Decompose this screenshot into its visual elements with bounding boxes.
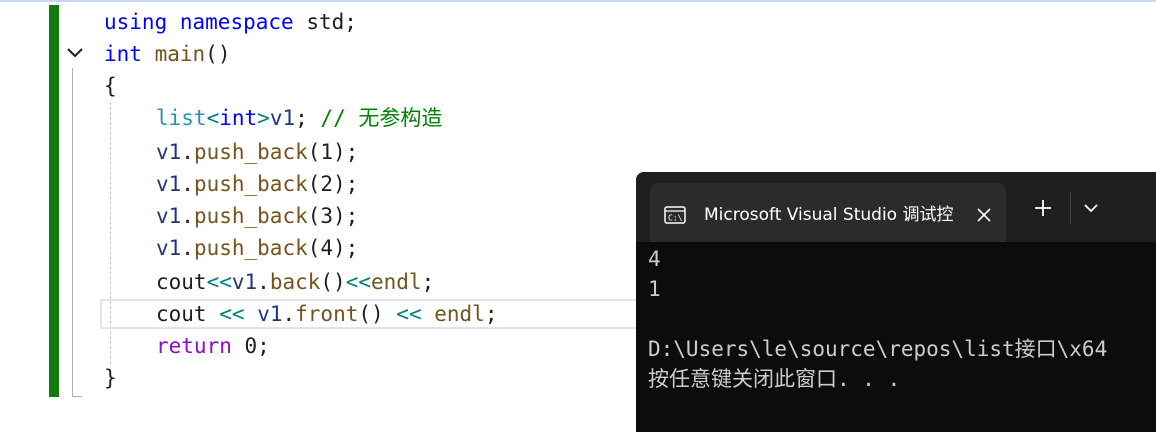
tab-dropdown-button[interactable] bbox=[1076, 193, 1106, 223]
code-token: v1 bbox=[269, 106, 296, 130]
code-token: ; bbox=[484, 302, 498, 326]
console-tab[interactable]: C:\ Microsoft Visual Studio 调试控 bbox=[650, 183, 1006, 242]
code-line[interactable]: int main() bbox=[104, 38, 230, 70]
code-token: v1 bbox=[156, 140, 182, 164]
code-token: (3); bbox=[307, 204, 359, 228]
code-token: . bbox=[181, 140, 194, 164]
console-tab-title: Microsoft Visual Studio 调试控 bbox=[704, 205, 954, 225]
code-token: < bbox=[206, 106, 220, 130]
code-token: () bbox=[320, 270, 346, 294]
code-token: << bbox=[219, 302, 245, 326]
collapse-toggle[interactable] bbox=[64, 42, 86, 64]
outline-gutter-end bbox=[72, 396, 82, 397]
code-token: push_back bbox=[193, 236, 308, 260]
code-token: << bbox=[206, 270, 232, 294]
code-token: << bbox=[345, 270, 371, 294]
chevron-down-icon bbox=[67, 48, 83, 58]
code-token: namespace bbox=[179, 10, 294, 34]
code-token: . bbox=[181, 204, 194, 228]
console-output-line: 4 bbox=[648, 247, 661, 271]
code-token: cout bbox=[156, 270, 207, 294]
tab-bar-divider bbox=[1070, 192, 1071, 224]
code-token: v1 bbox=[231, 270, 258, 294]
code-line[interactable]: using namespace std; bbox=[104, 6, 357, 38]
code-token: 0; bbox=[231, 334, 270, 358]
plus-icon bbox=[1035, 200, 1051, 216]
debug-console-window[interactable]: C:\ Microsoft Visual Studio 调试控 4 1 D:\Use… bbox=[636, 172, 1156, 432]
editor-top-border bbox=[0, 0, 1156, 2]
code-token: // 无参构造 bbox=[320, 106, 443, 130]
code-token: endl bbox=[434, 302, 485, 326]
code-token: << bbox=[396, 302, 422, 326]
code-line[interactable]: list<int>v1; // 无参构造 bbox=[156, 102, 442, 134]
code-token: > bbox=[257, 106, 270, 130]
code-token: { bbox=[104, 74, 117, 98]
code-token: endl bbox=[371, 270, 422, 294]
code-token: (1); bbox=[307, 140, 359, 164]
code-token: v1 bbox=[257, 302, 283, 326]
code-token: back bbox=[269, 270, 321, 294]
code-token: () bbox=[205, 42, 231, 66]
svg-text:C:\: C:\ bbox=[668, 214, 683, 223]
code-token: v1 bbox=[156, 204, 182, 228]
code-line[interactable]: return 0; bbox=[156, 330, 270, 362]
code-token: cout bbox=[156, 302, 207, 326]
code-line[interactable]: cout<<v1.back()<<endl; bbox=[156, 266, 434, 298]
outline-gutter-line bbox=[72, 68, 73, 397]
chevron-down-icon bbox=[1084, 203, 1098, 212]
code-token: push_back bbox=[193, 140, 308, 164]
code-token: using bbox=[104, 10, 168, 34]
code-token: v1 bbox=[156, 236, 182, 260]
console-output[interactable]: 4 1 D:\Users\le\source\repos\list接口\x64 按任意… bbox=[636, 242, 1156, 432]
new-tab-button[interactable] bbox=[1028, 193, 1058, 223]
code-token: push_back bbox=[193, 172, 308, 196]
code-token: return bbox=[156, 334, 232, 358]
code-token: main bbox=[154, 42, 206, 66]
console-icon: C:\ bbox=[664, 206, 686, 224]
code-line[interactable]: v1.push_back(4); bbox=[156, 232, 358, 264]
code-token: ; bbox=[295, 106, 321, 130]
code-token: list bbox=[156, 106, 207, 130]
change-tracking-bar bbox=[49, 5, 59, 397]
code-token: . bbox=[181, 236, 194, 260]
console-output-line: D:\Users\le\source\repos\list接口\x64 bbox=[648, 337, 1108, 361]
code-token: (4); bbox=[307, 236, 359, 260]
code-token: } bbox=[104, 366, 117, 390]
code-token: (2); bbox=[307, 172, 359, 196]
code-line[interactable]: v1.push_back(1); bbox=[156, 136, 358, 168]
code-token: v1 bbox=[156, 172, 182, 196]
close-tab-button[interactable] bbox=[972, 203, 996, 227]
console-tab-bar: C:\ Microsoft Visual Studio 调试控 bbox=[636, 172, 1156, 242]
code-token: ; bbox=[421, 270, 435, 294]
code-token: front bbox=[295, 302, 359, 326]
code-token: () bbox=[358, 302, 397, 326]
code-line[interactable]: } bbox=[104, 362, 117, 394]
console-output-line: 1 bbox=[648, 277, 661, 301]
code-line[interactable]: v1.push_back(2); bbox=[156, 168, 358, 200]
code-token: push_back bbox=[193, 204, 308, 228]
code-line[interactable]: cout << v1.front() << endl; bbox=[156, 298, 497, 330]
code-line[interactable]: v1.push_back(3); bbox=[156, 200, 358, 232]
code-token: int bbox=[219, 106, 258, 130]
code-token: std; bbox=[293, 10, 357, 34]
code-token: int bbox=[104, 42, 142, 66]
console-output-line: 按任意键关闭此窗口. . . bbox=[648, 367, 901, 391]
code-token: . bbox=[282, 302, 296, 326]
close-icon bbox=[977, 208, 991, 222]
code-line[interactable]: { bbox=[104, 70, 117, 102]
code-token: . bbox=[257, 270, 270, 294]
code-token: . bbox=[181, 172, 194, 196]
